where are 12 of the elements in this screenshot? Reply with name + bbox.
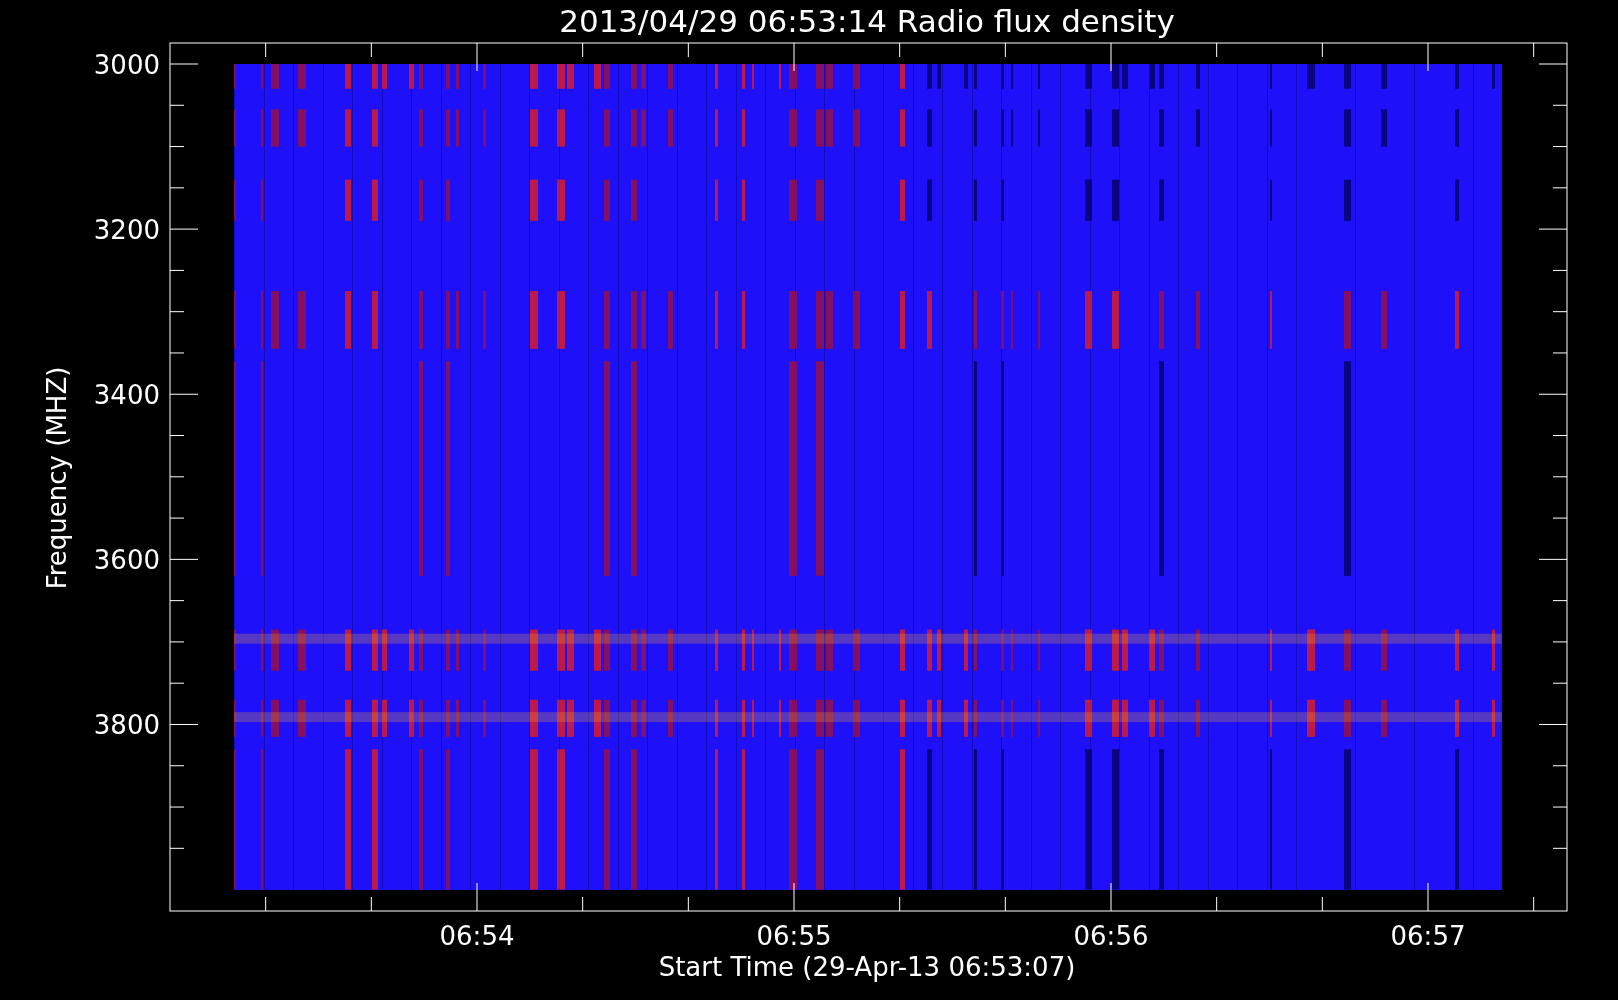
- x-axis-label: Start Time (29-Apr-13 06:53:07): [658, 952, 1076, 982]
- y-tick-label: 3800: [93, 710, 160, 741]
- x-tick-label: 06:57: [1390, 921, 1466, 951]
- y-tick-label: 3000: [93, 50, 160, 80]
- y-tick-label: 3400: [93, 380, 160, 411]
- y-axis-label: Frequency (MHZ): [42, 366, 72, 590]
- x-tick-label: 06:55: [756, 921, 832, 951]
- x-tick-label: 06:54: [439, 921, 515, 951]
- plot-title: 2013/04/29 06:53:14 Radio flux density: [559, 3, 1175, 39]
- y-tick-label: 3600: [93, 545, 160, 576]
- x-tick-label: 06:56: [1073, 921, 1149, 951]
- y-tick-label: 3200: [93, 215, 160, 246]
